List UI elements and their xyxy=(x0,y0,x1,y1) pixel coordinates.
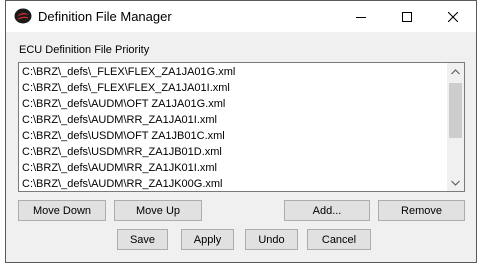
move-up-button[interactable]: Move Up xyxy=(114,200,202,221)
list-item[interactable]: C:\BRZ\_defs\AUDM\OFT ZA1JA01G.xml xyxy=(22,96,446,112)
definition-file-list[interactable]: C:\BRZ\_defs\_FLEX\FLEX_ZA1JA01G.xml C:\… xyxy=(18,62,465,192)
window-title: Definition File Manager xyxy=(38,9,172,24)
maximize-icon xyxy=(402,11,412,22)
vertical-scrollbar[interactable] xyxy=(447,63,464,191)
title-bar[interactable]: Definition File Manager xyxy=(6,1,476,32)
list-item[interactable]: C:\BRZ\_defs\USDM\RR_ZA1JB01D.xml xyxy=(22,144,446,160)
list-item[interactable]: C:\BRZ\_defs\AUDM\RR_ZA1JK00G.xml xyxy=(22,176,446,191)
scroll-down-button[interactable] xyxy=(447,174,464,191)
app-logo-icon xyxy=(14,8,32,24)
remove-button[interactable]: Remove xyxy=(378,200,465,221)
add-button[interactable]: Add... xyxy=(284,200,370,221)
cancel-button[interactable]: Cancel xyxy=(307,229,371,250)
chevron-down-icon xyxy=(451,180,460,186)
close-icon xyxy=(448,11,458,22)
list-item[interactable]: C:\BRZ\_defs\_FLEX\FLEX_ZA1JA01I.xml xyxy=(22,80,446,96)
apply-button[interactable]: Apply xyxy=(181,229,234,250)
chevron-up-icon xyxy=(451,68,460,74)
definition-file-manager-window: Definition File Manager ECU Definition F… xyxy=(5,0,477,263)
minimize-icon xyxy=(356,16,366,18)
move-down-button[interactable]: Move Down xyxy=(18,200,106,221)
scroll-thumb[interactable] xyxy=(449,83,462,138)
list-item[interactable]: C:\BRZ\_defs\AUDM\RR_ZA1JA01I.xml xyxy=(22,112,446,128)
maximize-button[interactable] xyxy=(384,1,430,32)
list-item[interactable]: C:\BRZ\_defs\USDM\OFT ZA1JB01C.xml xyxy=(22,128,446,144)
ecu-priority-label: ECU Definition File Priority xyxy=(19,44,150,56)
scroll-up-button[interactable] xyxy=(447,63,464,80)
save-button[interactable]: Save xyxy=(117,229,168,250)
undo-button[interactable]: Undo xyxy=(245,229,298,250)
minimize-button[interactable] xyxy=(338,1,384,32)
list-item[interactable]: C:\BRZ\_defs\_FLEX\FLEX_ZA1JA01G.xml xyxy=(22,64,446,80)
close-button[interactable] xyxy=(430,1,476,32)
list-item[interactable]: C:\BRZ\_defs\AUDM\RR_ZA1JK01I.xml xyxy=(22,160,446,176)
